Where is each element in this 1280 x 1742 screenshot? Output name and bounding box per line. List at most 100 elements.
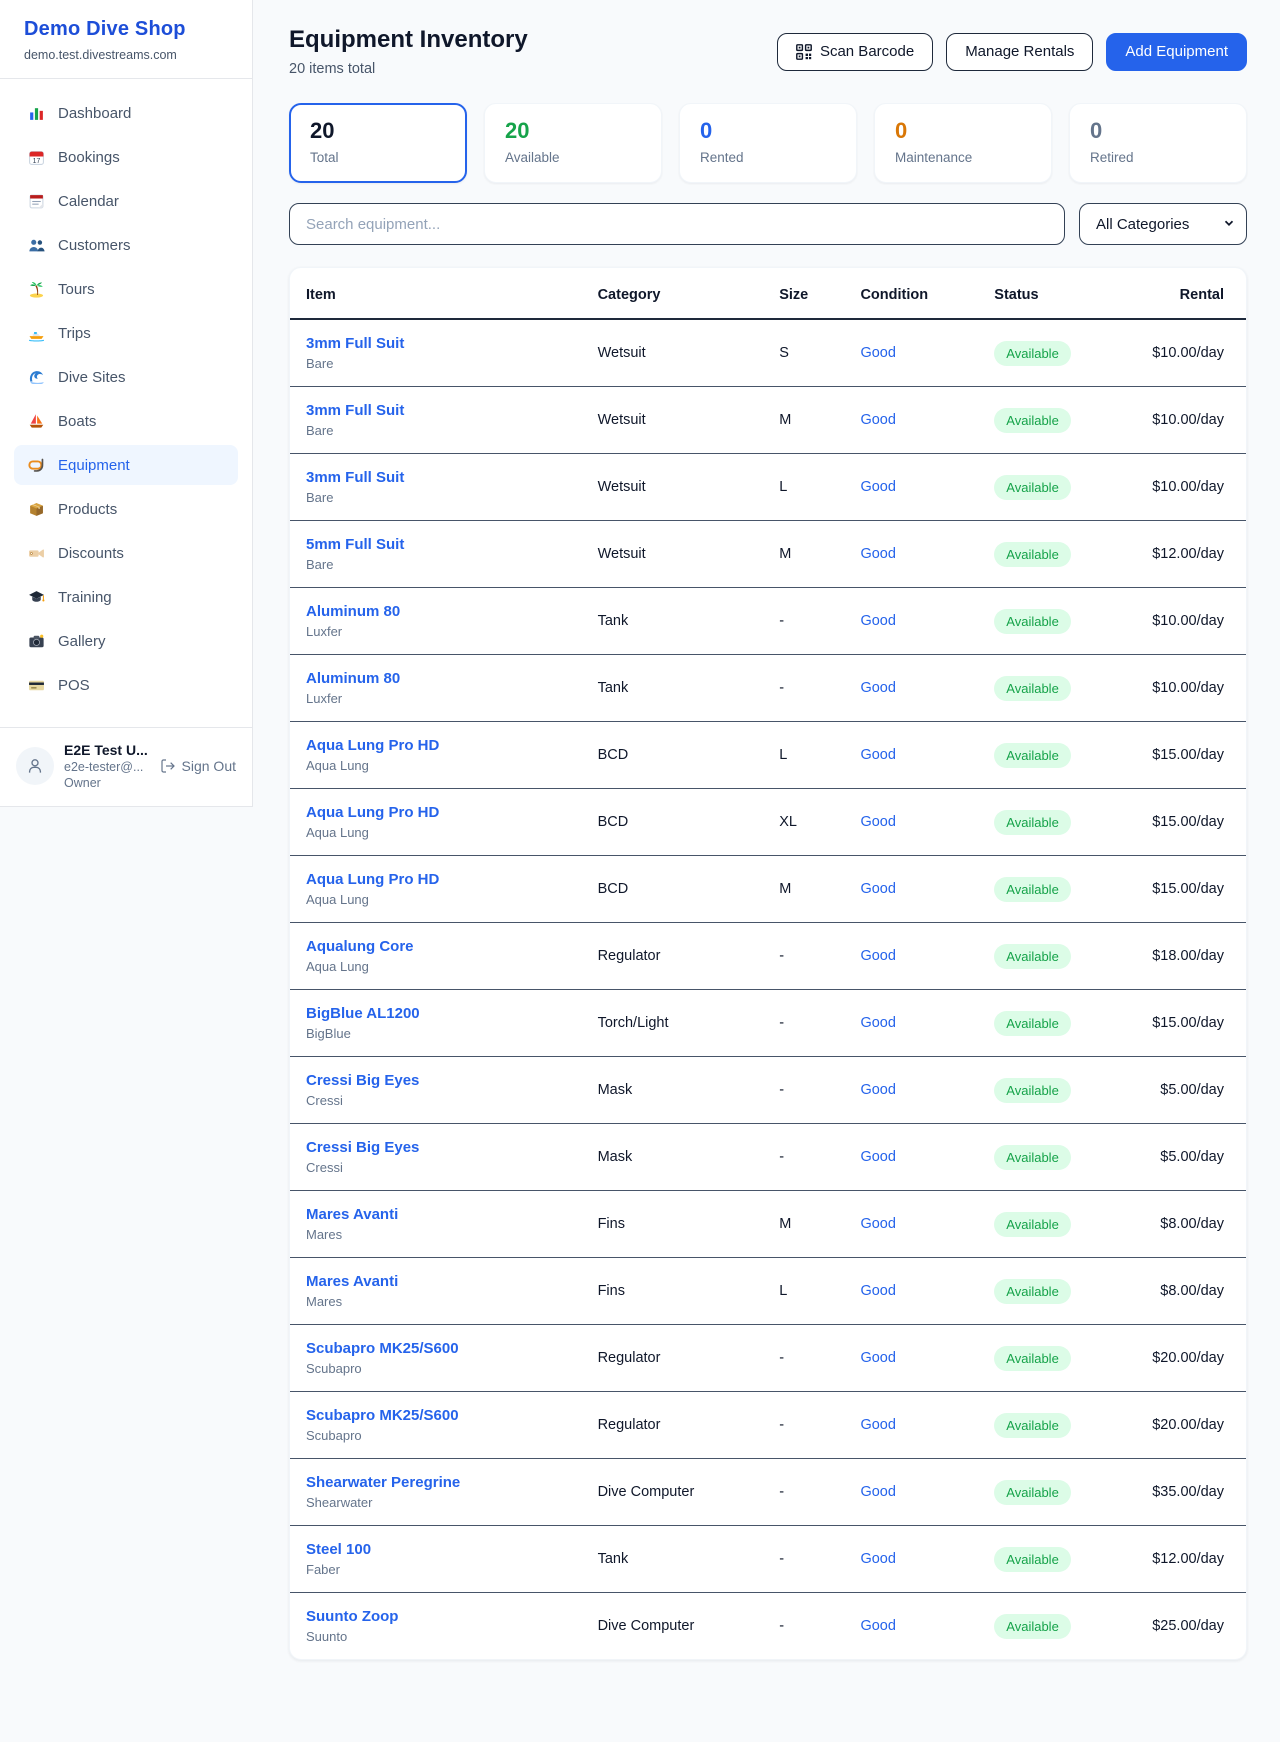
rental-cell: $20.00/day: [1131, 1392, 1246, 1459]
rental-cell: $10.00/day: [1131, 387, 1246, 454]
sidebar-item-discounts[interactable]: Discounts: [14, 533, 238, 573]
item-link[interactable]: 3mm Full Suit: [306, 402, 566, 419]
sidebar-item-boats[interactable]: Boats: [14, 401, 238, 441]
condition-link[interactable]: Good: [860, 1015, 895, 1031]
sidebar-item-tours[interactable]: Tours: [14, 269, 238, 309]
sidebar-item-pos[interactable]: POS: [14, 665, 238, 705]
condition-link[interactable]: Good: [860, 1484, 895, 1500]
item-link[interactable]: Shearwater Peregrine: [306, 1474, 566, 1491]
sidebar-item-trips[interactable]: Trips: [14, 313, 238, 353]
column-header-condition: Condition: [844, 268, 978, 319]
condition-link[interactable]: Good: [860, 1216, 895, 1232]
sidebar-item-bookings[interactable]: 17Bookings: [14, 137, 238, 177]
item-link[interactable]: Cressi Big Eyes: [306, 1139, 566, 1156]
status-badge: Available: [994, 408, 1071, 433]
item-link[interactable]: Steel 100: [306, 1541, 566, 1558]
item-link[interactable]: Aluminum 80: [306, 670, 566, 687]
condition-link[interactable]: Good: [860, 1618, 895, 1634]
sidebar-item-label: Tours: [58, 281, 95, 298]
category-cell: BCD: [582, 722, 764, 789]
condition-link[interactable]: Good: [860, 680, 895, 696]
condition-cell: Good: [844, 655, 978, 722]
qr-code-icon: [796, 44, 812, 60]
status-cell: Available: [978, 1325, 1131, 1392]
item-link[interactable]: Aluminum 80: [306, 603, 566, 620]
add-equipment-button[interactable]: Add Equipment: [1106, 33, 1247, 71]
item-link[interactable]: Aqualung Core: [306, 938, 566, 955]
sidebar-item-products[interactable]: Products: [14, 489, 238, 529]
item-link[interactable]: Scubapro MK25/S600: [306, 1407, 566, 1424]
condition-cell: Good: [844, 1459, 978, 1526]
category-select-wrap: All Categories: [1079, 203, 1247, 245]
item-link[interactable]: 3mm Full Suit: [306, 335, 566, 352]
condition-link[interactable]: Good: [860, 1551, 895, 1567]
item-link[interactable]: Scubapro MK25/S600: [306, 1340, 566, 1357]
sidebar-item-equipment[interactable]: Equipment: [14, 445, 238, 485]
size-cell: M: [763, 856, 844, 923]
condition-link[interactable]: Good: [860, 1149, 895, 1165]
condition-link[interactable]: Good: [860, 546, 895, 562]
stat-card-available[interactable]: 20Available: [484, 103, 662, 183]
condition-link[interactable]: Good: [860, 747, 895, 763]
sidebar-item-calendar[interactable]: Calendar: [14, 181, 238, 221]
stat-card-rented[interactable]: 0Rented: [679, 103, 857, 183]
item-link[interactable]: Aqua Lung Pro HD: [306, 804, 566, 821]
stat-label: Retired: [1090, 150, 1226, 165]
item-link[interactable]: 5mm Full Suit: [306, 536, 566, 553]
column-header-status: Status: [978, 268, 1131, 319]
sidebar-item-label: Calendar: [58, 193, 119, 210]
size-cell: -: [763, 655, 844, 722]
stat-card-retired[interactable]: 0Retired: [1069, 103, 1247, 183]
status-badge: Available: [994, 877, 1071, 902]
item-link[interactable]: 3mm Full Suit: [306, 469, 566, 486]
item-link[interactable]: Cressi Big Eyes: [306, 1072, 566, 1089]
item-link[interactable]: Aqua Lung Pro HD: [306, 871, 566, 888]
condition-link[interactable]: Good: [860, 1082, 895, 1098]
item-link[interactable]: Suunto Zoop: [306, 1608, 566, 1625]
item-link[interactable]: Mares Avanti: [306, 1206, 566, 1223]
sidebar-item-training[interactable]: Training: [14, 577, 238, 617]
item-brand: Shearwater: [306, 1495, 566, 1510]
item-brand: Faber: [306, 1562, 566, 1577]
sign-out-button[interactable]: Sign Out: [160, 758, 236, 774]
category-select[interactable]: All Categories: [1079, 203, 1247, 245]
stat-card-total[interactable]: 20Total: [289, 103, 467, 183]
category-cell: Dive Computer: [582, 1459, 764, 1526]
size-cell: -: [763, 1124, 844, 1191]
rental-cell: $18.00/day: [1131, 923, 1246, 990]
brand-link[interactable]: Demo Dive Shop: [24, 18, 228, 41]
sidebar-item-label: Customers: [58, 237, 131, 254]
sidebar-item-dashboard[interactable]: Dashboard: [14, 93, 238, 133]
motorboat-icon: [28, 325, 45, 342]
condition-link[interactable]: Good: [860, 345, 895, 361]
condition-link[interactable]: Good: [860, 814, 895, 830]
condition-cell: Good: [844, 856, 978, 923]
stat-card-maintenance[interactable]: 0Maintenance: [874, 103, 1052, 183]
item-link[interactable]: Mares Avanti: [306, 1273, 566, 1290]
scan-barcode-button[interactable]: Scan Barcode: [777, 33, 933, 71]
condition-cell: Good: [844, 1325, 978, 1392]
size-cell: -: [763, 1325, 844, 1392]
condition-link[interactable]: Good: [860, 479, 895, 495]
item-link[interactable]: BigBlue AL1200: [306, 1005, 566, 1022]
condition-link[interactable]: Good: [860, 881, 895, 897]
manage-rentals-button[interactable]: Manage Rentals: [946, 33, 1093, 71]
wave-icon: [28, 369, 45, 386]
column-header-size: Size: [763, 268, 844, 319]
condition-cell: Good: [844, 1124, 978, 1191]
condition-link[interactable]: Good: [860, 1350, 895, 1366]
condition-link[interactable]: Good: [860, 1417, 895, 1433]
sidebar-item-dive-sites[interactable]: Dive Sites: [14, 357, 238, 397]
table-row: Mares AvantiMaresFinsLGoodAvailable$8.00…: [290, 1258, 1246, 1325]
item-cell: Aqua Lung Pro HDAqua Lung: [290, 722, 582, 789]
search-input[interactable]: [289, 203, 1065, 245]
sidebar-item-label: Dashboard: [58, 105, 131, 122]
condition-link[interactable]: Good: [860, 613, 895, 629]
sidebar-item-label: Gallery: [58, 633, 106, 650]
sidebar-item-gallery[interactable]: Gallery: [14, 621, 238, 661]
condition-link[interactable]: Good: [860, 1283, 895, 1299]
sidebar-item-customers[interactable]: Customers: [14, 225, 238, 265]
condition-link[interactable]: Good: [860, 948, 895, 964]
item-link[interactable]: Aqua Lung Pro HD: [306, 737, 566, 754]
condition-link[interactable]: Good: [860, 412, 895, 428]
